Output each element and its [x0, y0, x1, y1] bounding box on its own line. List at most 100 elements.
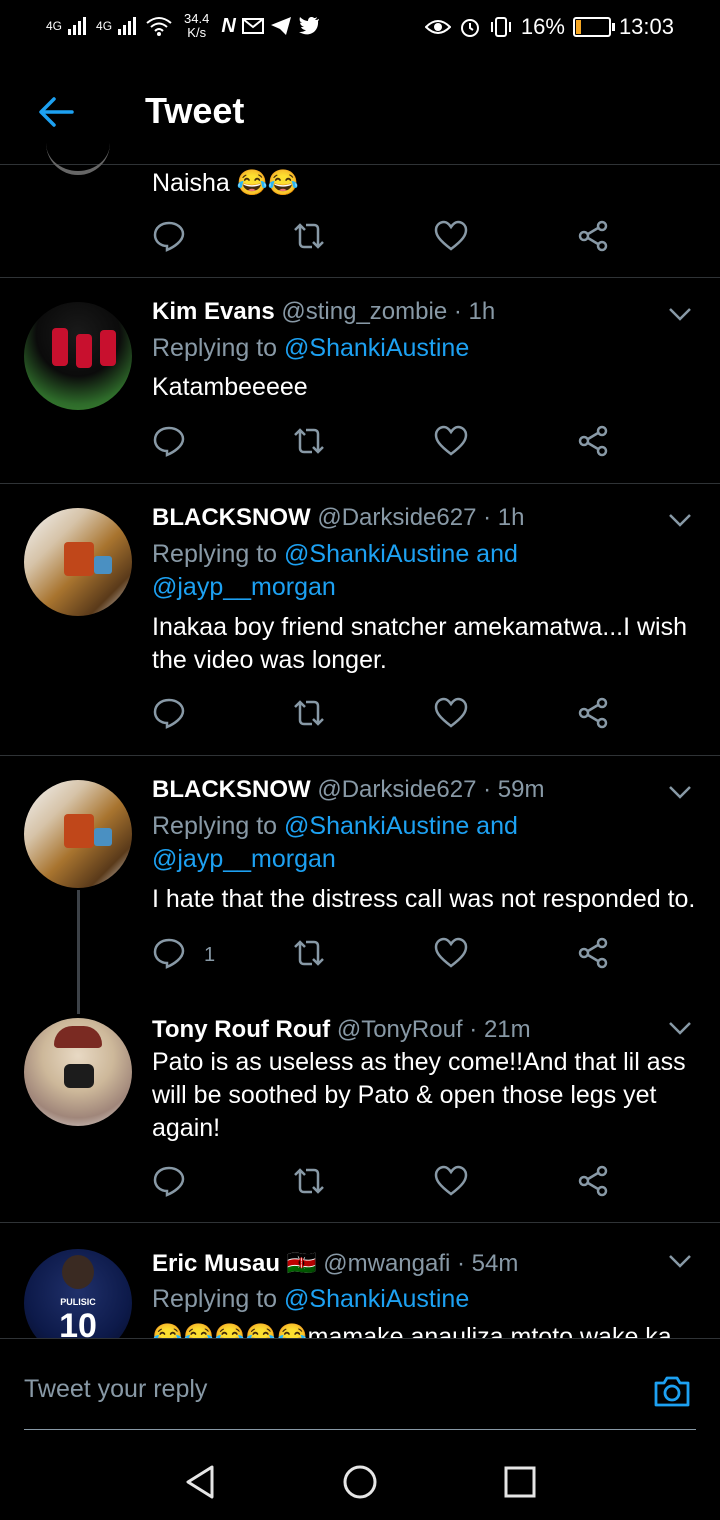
chevron-down-icon[interactable] [668, 512, 692, 528]
chevron-down-icon[interactable] [668, 784, 692, 800]
jersey-name: PULISIC [60, 1297, 96, 1307]
avatar[interactable]: PULISIC 10 [24, 1249, 132, 1338]
tweet[interactable]: BLACKSNOW @Darkside627 · 59m Replying to… [0, 756, 720, 996]
camera-icon[interactable] [652, 1371, 692, 1411]
mention-link[interactable]: @ShankiAustine and [284, 540, 518, 568]
share-icon [578, 220, 608, 252]
author-handle[interactable]: @TonyRouf [337, 1016, 463, 1043]
status-bar: 4G 4G 34.4 K/s N 16% 13:03 [0, 0, 720, 56]
reply-button[interactable] [152, 1164, 192, 1204]
speed-unit: K/s [187, 25, 207, 40]
avatar[interactable] [46, 125, 110, 175]
chevron-down-icon[interactable] [668, 1020, 692, 1036]
tweet-time: · 54m [457, 1250, 519, 1277]
tweet[interactable]: Naisha 😂😂 [0, 165, 720, 278]
reply-icon [153, 698, 185, 729]
signal-icon [118, 17, 137, 35]
gmail-icon [241, 18, 264, 34]
heart-icon [434, 697, 468, 728]
tweet-time: · 59m [483, 776, 545, 803]
tweet-meta: Eric Musau 🇰🇪 @mwangafi · 54m [152, 1249, 518, 1278]
retweet-button[interactable] [292, 1164, 332, 1204]
tweet-text: I hate that the distress call was not re… [152, 885, 696, 913]
author-handle[interactable]: @mwangafi [323, 1250, 450, 1277]
tweet[interactable]: PULISIC 10 Eric Musau 🇰🇪 @mwangafi · 54m… [0, 1223, 720, 1338]
reply-composer[interactable]: Tweet your reply [0, 1338, 720, 1439]
tweet-text: Naisha 😂😂 [152, 169, 300, 197]
reply-button[interactable] [152, 696, 192, 736]
retweet-button[interactable] [292, 424, 332, 464]
tweet-time: · 21m [469, 1016, 531, 1043]
tweet-actions [152, 424, 632, 464]
author-name[interactable]: Tony Rouf Rouf [152, 1016, 330, 1043]
author-handle[interactable]: @Darkside627 [317, 504, 476, 531]
replying-to: Replying to @ShankiAustine and @jayp__mo… [152, 810, 518, 876]
tweet[interactable]: Kim Evans @sting_zombie · 1h Replying to… [0, 278, 720, 484]
tweet-text: Inakaa boy friend snatcher amekamatwa...… [152, 613, 687, 674]
chevron-down-icon[interactable] [668, 306, 692, 322]
mention-link[interactable]: @ShankiAustine and [284, 812, 518, 840]
system-nav-bar [0, 1440, 720, 1520]
reply-count: 1 [204, 944, 216, 966]
share-icon [578, 937, 608, 969]
share-button[interactable] [576, 424, 616, 464]
reply-button[interactable]: 1 [152, 936, 215, 976]
retweet-button[interactable] [292, 936, 332, 976]
replying-prefix: Replying to [152, 1285, 285, 1313]
retweet-button[interactable] [292, 696, 332, 736]
reply-icon [153, 426, 185, 457]
like-button[interactable] [434, 1164, 474, 1204]
page-title: Tweet [145, 90, 245, 131]
author-name[interactable]: Eric Musau 🇰🇪 [152, 1250, 317, 1277]
share-button[interactable] [576, 696, 616, 736]
mention-link[interactable]: @ShankiAustine [284, 334, 469, 362]
tweet-meta: BLACKSNOW @Darkside627 · 59m [152, 776, 544, 804]
author-name[interactable]: BLACKSNOW [152, 776, 311, 803]
like-button[interactable] [434, 424, 474, 464]
clock: 13:03 [618, 14, 674, 39]
retweet-button[interactable] [292, 219, 332, 259]
replying-prefix: Replying to [152, 334, 285, 362]
reply-icon [153, 938, 185, 969]
like-button[interactable] [434, 696, 474, 736]
mention-link[interactable]: @jayp__morgan [152, 845, 336, 873]
reply-button[interactable] [152, 219, 192, 259]
retweet-icon [294, 428, 324, 454]
tweet-meta: Tony Rouf Rouf @TonyRouf · 21m [152, 1016, 531, 1044]
recents-icon[interactable] [500, 1462, 540, 1502]
reply-button[interactable] [152, 424, 192, 464]
tweet-text: 😂😂😂😂😂mamake anauliza mtoto wake ka [152, 1323, 672, 1338]
back-icon[interactable] [180, 1462, 220, 1502]
avatar[interactable] [24, 508, 132, 616]
wifi-icon [146, 17, 172, 36]
author-handle[interactable]: @Darkside627 [317, 776, 476, 803]
reply-input[interactable]: Tweet your reply [24, 1375, 207, 1404]
tweet-thread: BLACKSNOW @Darkside627 · 59m Replying to… [0, 756, 720, 1223]
tweet[interactable]: BLACKSNOW @Darkside627 · 1h Replying to … [0, 484, 720, 756]
retweet-icon [294, 1168, 324, 1194]
author-name[interactable]: Kim Evans [152, 298, 275, 325]
mention-link[interactable]: @jayp__morgan [152, 573, 336, 601]
avatar[interactable] [24, 1018, 132, 1126]
avatar[interactable] [24, 780, 132, 888]
author-name[interactable]: BLACKSNOW [152, 504, 311, 531]
share-icon [578, 1165, 608, 1197]
vibrate-icon [490, 17, 511, 37]
mention-link[interactable]: @ShankiAustine [284, 1285, 469, 1313]
tweet-actions [152, 219, 632, 259]
share-button[interactable] [576, 219, 616, 259]
tweet-meta: BLACKSNOW @Darkside627 · 1h [152, 504, 524, 532]
like-button[interactable] [434, 936, 474, 976]
share-button[interactable] [576, 936, 616, 976]
heart-icon [434, 937, 468, 968]
share-button[interactable] [576, 1164, 616, 1204]
network-label-2: 4G [96, 19, 113, 33]
avatar[interactable] [24, 302, 132, 410]
replying-prefix: Replying to [152, 540, 285, 568]
chevron-down-icon[interactable] [668, 1253, 692, 1269]
home-icon[interactable] [340, 1462, 380, 1502]
retweet-icon [294, 940, 324, 966]
tweet[interactable]: Tony Rouf Rouf @TonyRouf · 21m Pato is a… [0, 996, 720, 1222]
author-handle[interactable]: @sting_zombie [281, 298, 447, 325]
like-button[interactable] [434, 219, 474, 259]
